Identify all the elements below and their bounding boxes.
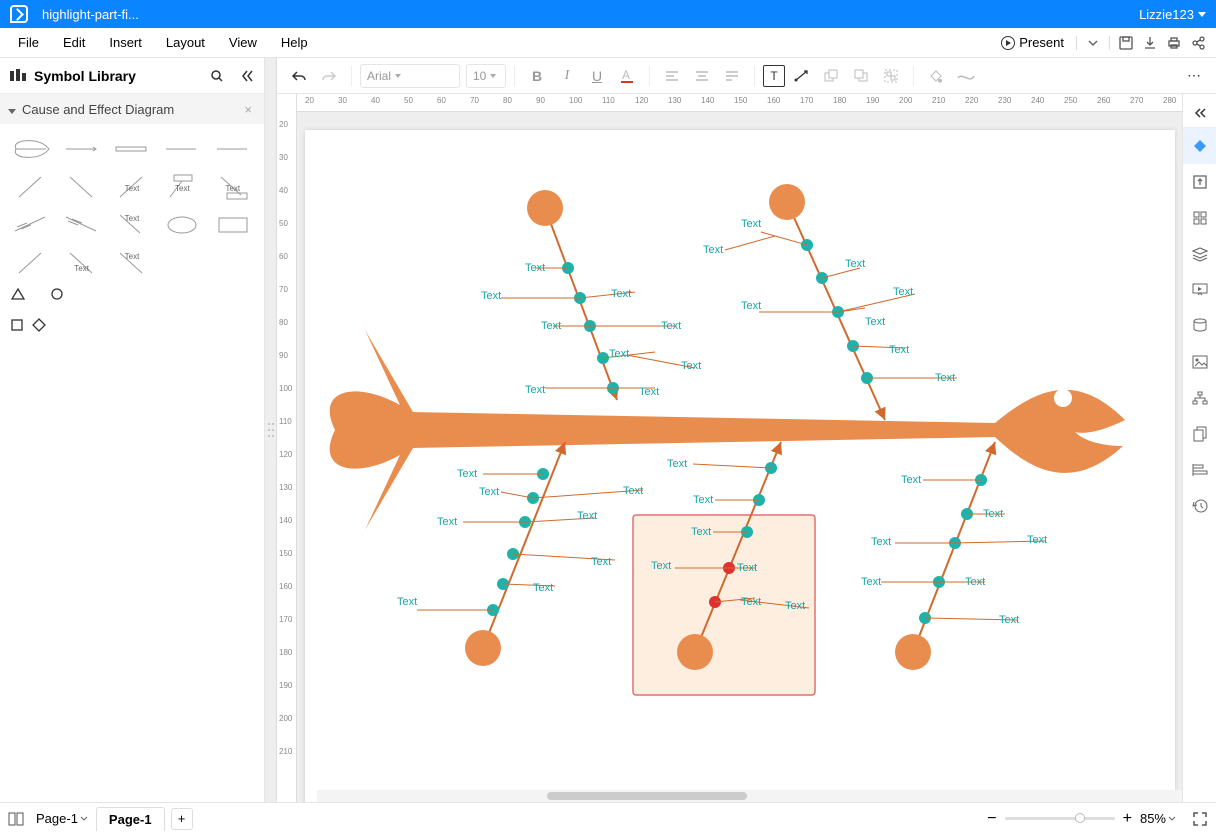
add-page-button[interactable]: + [171, 808, 193, 830]
shape-bone-box[interactable]: Text [159, 170, 205, 204]
shape-line-diag3[interactable]: Text [109, 246, 155, 280]
line-style-button[interactable] [952, 62, 980, 90]
shape-bone2[interactable] [58, 170, 104, 204]
symbol-library-panel: Symbol Library Cause and Effect Diagram … [0, 58, 265, 802]
redo-button[interactable] [315, 62, 343, 90]
rail-history-icon[interactable] [1183, 488, 1216, 524]
fullscreen-icon[interactable] [1192, 811, 1208, 827]
shape-line2[interactable] [210, 132, 256, 166]
shape-line-diag2[interactable]: Text [58, 246, 104, 280]
group-button[interactable] [877, 62, 905, 90]
shape-diamond[interactable] [32, 318, 46, 332]
font-select[interactable]: Arial [360, 64, 460, 88]
bold-button[interactable]: B [523, 62, 551, 90]
rail-image-icon[interactable] [1183, 344, 1216, 380]
sidebar-resize-handle[interactable] [265, 58, 277, 802]
zoom-out-button[interactable]: − [987, 810, 996, 828]
layer-front-button[interactable] [817, 62, 845, 90]
ruler-vertical: 2030405060708090100110120130140150160170… [277, 94, 297, 802]
document-title: highlight-part-fi... [42, 7, 139, 22]
undo-button[interactable] [285, 62, 313, 90]
shape-fishhead[interactable] [8, 132, 54, 166]
page-dropdown[interactable]: Page-1 [36, 811, 88, 826]
rail-align-icon[interactable] [1183, 452, 1216, 488]
close-section-icon[interactable]: × [240, 102, 256, 117]
shape-sub2[interactable] [58, 208, 104, 242]
rail-copy-icon[interactable] [1183, 416, 1216, 452]
menu-file[interactable]: File [6, 35, 51, 50]
rail-layers-icon[interactable] [1183, 236, 1216, 272]
print-icon[interactable] [1162, 31, 1186, 55]
font-color-button[interactable]: A [613, 62, 641, 90]
shape-circle[interactable] [34, 284, 104, 318]
zoom-slider[interactable] [1005, 817, 1115, 820]
ruler-horizontal: 2030405060708090100110120130140150160170… [297, 94, 1182, 112]
rail-export-icon[interactable] [1183, 164, 1216, 200]
italic-button[interactable]: I [553, 62, 581, 90]
shape-bone-text1[interactable]: Text [109, 170, 155, 204]
page-tab-1[interactable]: Page-1 [96, 807, 165, 831]
fill-button[interactable] [922, 62, 950, 90]
bone-upper-1 [501, 190, 695, 400]
zoom-level[interactable]: 85% [1140, 811, 1176, 826]
layer-back-button[interactable] [847, 62, 875, 90]
present-dropdown[interactable] [1081, 31, 1105, 55]
menu-layout[interactable]: Layout [154, 35, 217, 50]
shape-square[interactable] [10, 318, 24, 332]
bone-lower-1 [417, 442, 643, 666]
play-icon [1001, 36, 1015, 50]
shape-line-thick[interactable] [109, 132, 155, 166]
font-size-select[interactable]: 10 [466, 64, 506, 88]
download-icon[interactable] [1138, 31, 1162, 55]
shape-rect[interactable] [210, 208, 256, 242]
search-icon[interactable] [210, 69, 224, 83]
shape-bone1[interactable] [8, 170, 54, 204]
svg-text:A: A [622, 68, 630, 82]
shape-line-diag1[interactable] [8, 246, 54, 280]
library-icon [10, 69, 26, 83]
align-v-button[interactable] [718, 62, 746, 90]
shape-line-arrow[interactable] [58, 132, 104, 166]
shape-sub3[interactable]: Text [109, 208, 155, 242]
section-header[interactable]: Cause and Effect Diagram × [0, 94, 264, 124]
collapse-left-icon[interactable] [240, 69, 254, 83]
canvas[interactable]: Text Text Text Text Text Text Text Text … [297, 112, 1182, 802]
shapes-palette: Text Text Text Text Text Text [0, 124, 264, 326]
menu-help[interactable]: Help [269, 35, 320, 50]
menu-edit[interactable]: Edit [51, 35, 97, 50]
present-button[interactable]: Present [993, 35, 1072, 50]
rail-present-icon[interactable] [1183, 272, 1216, 308]
shape-bone-box2[interactable]: Text [210, 170, 256, 204]
pages-icon[interactable] [8, 812, 26, 826]
menu-insert[interactable]: Insert [97, 35, 154, 50]
shape-sub1[interactable] [8, 208, 54, 242]
connector-button[interactable] [787, 62, 815, 90]
horizontal-scrollbar[interactable] [317, 790, 1182, 802]
chevron-down-icon [8, 102, 22, 117]
text-tool-button[interactable]: T [763, 65, 785, 87]
shape-line[interactable] [159, 132, 205, 166]
share-icon[interactable] [1186, 31, 1210, 55]
save-icon[interactable] [1114, 31, 1138, 55]
collapse-right-icon[interactable] [1183, 98, 1216, 128]
align-center-button[interactable] [688, 62, 716, 90]
more-button[interactable]: ⋯ [1180, 62, 1208, 90]
rail-fill-icon[interactable] [1183, 128, 1216, 164]
sidebar-title: Symbol Library [34, 68, 136, 84]
underline-button[interactable]: U [583, 62, 611, 90]
right-rail [1182, 94, 1216, 802]
shape-ellipse[interactable] [159, 208, 205, 242]
align-left-button[interactable] [658, 62, 686, 90]
user-menu[interactable]: Lizzie123 [1139, 7, 1206, 22]
rail-tree-icon[interactable] [1183, 380, 1216, 416]
fishbone-diagram[interactable] [305, 130, 1175, 802]
rail-data-icon[interactable] [1183, 308, 1216, 344]
menu-view[interactable]: View [217, 35, 269, 50]
app-logo [10, 5, 28, 23]
rail-grid-icon[interactable] [1183, 200, 1216, 236]
zoom-in-button[interactable]: + [1123, 810, 1132, 828]
